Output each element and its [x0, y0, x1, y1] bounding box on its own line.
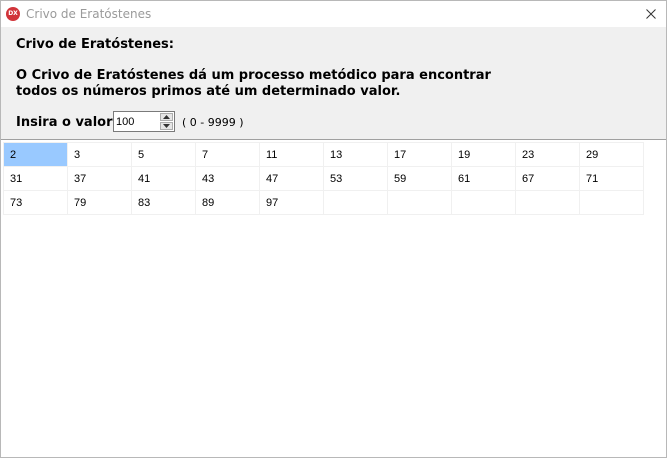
arrow-down-icon: [163, 124, 170, 128]
grid-cell[interactable]: 11: [259, 142, 324, 167]
grid-cell[interactable]: 41: [131, 166, 196, 191]
grid-cell[interactable]: 43: [195, 166, 260, 191]
close-button[interactable]: [636, 1, 666, 27]
header-panel: Crivo de Eratóstenes: O Crivo de Eratóst…: [1, 27, 666, 140]
grid-cell[interactable]: 89: [195, 190, 260, 215]
grid-cell[interactable]: 73: [3, 190, 68, 215]
grid-cell[interactable]: 71: [579, 166, 644, 191]
grid-cell[interactable]: 83: [131, 190, 196, 215]
grid-cell[interactable]: [387, 190, 452, 215]
grid-cell[interactable]: [451, 190, 516, 215]
app-logo-icon: DX: [6, 7, 20, 21]
main-window: DX Crivo de Eratóstenes Crivo de Eratóst…: [0, 0, 667, 458]
grid-cell[interactable]: [515, 190, 580, 215]
grid-cell[interactable]: 53: [323, 166, 388, 191]
grid-cell[interactable]: 97: [259, 190, 324, 215]
description-text: O Crivo de Eratóstenes dá um processo me…: [16, 68, 491, 99]
grid-cell[interactable]: 13: [323, 142, 388, 167]
grid-cell[interactable]: 17: [387, 142, 452, 167]
close-icon: [646, 9, 656, 19]
grid-cell[interactable]: 79: [67, 190, 132, 215]
range-hint: ( 0 - 9999 ): [182, 116, 244, 129]
grid-cell[interactable]: 59: [387, 166, 452, 191]
grid-cell[interactable]: 61: [451, 166, 516, 191]
grid-cell[interactable]: 67: [515, 166, 580, 191]
value-input-label: Insira o valor:: [16, 115, 118, 130]
arrow-up-icon: [163, 115, 170, 119]
grid-cell[interactable]: 5: [131, 142, 196, 167]
grid-cell[interactable]: 37: [67, 166, 132, 191]
grid-cell[interactable]: 29: [579, 142, 644, 167]
spin-up-button[interactable]: [160, 113, 173, 121]
grid-cell[interactable]: 7: [195, 142, 260, 167]
grid-cell[interactable]: 23: [515, 142, 580, 167]
grid-cell[interactable]: 2: [3, 142, 68, 167]
grid-cell[interactable]: [579, 190, 644, 215]
spin-down-button[interactable]: [160, 122, 173, 130]
grid-cell[interactable]: 3: [67, 142, 132, 167]
grid-cell[interactable]: 19: [451, 142, 516, 167]
value-spinner[interactable]: [113, 111, 175, 132]
value-input[interactable]: [116, 114, 156, 129]
page-title: Crivo de Eratóstenes:: [16, 37, 174, 52]
grid-row: 31 37 41 43 47 53 59 61 67 71: [3, 166, 644, 191]
title-bar[interactable]: DX Crivo de Eratóstenes: [1, 1, 666, 27]
grid-cell[interactable]: [323, 190, 388, 215]
grid-row: 2 3 5 7 11 13 17 19 23 29: [3, 142, 644, 167]
window-title: Crivo de Eratóstenes: [26, 7, 152, 21]
grid-cell[interactable]: 47: [259, 166, 324, 191]
primes-grid[interactable]: 2 3 5 7 11 13 17 19 23 29 31 37 41 43 47 53 59 61 67 71 73 79…: [3, 142, 644, 215]
grid-cell[interactable]: 31: [3, 166, 68, 191]
grid-row: 73 79 83 89 97: [3, 190, 644, 215]
